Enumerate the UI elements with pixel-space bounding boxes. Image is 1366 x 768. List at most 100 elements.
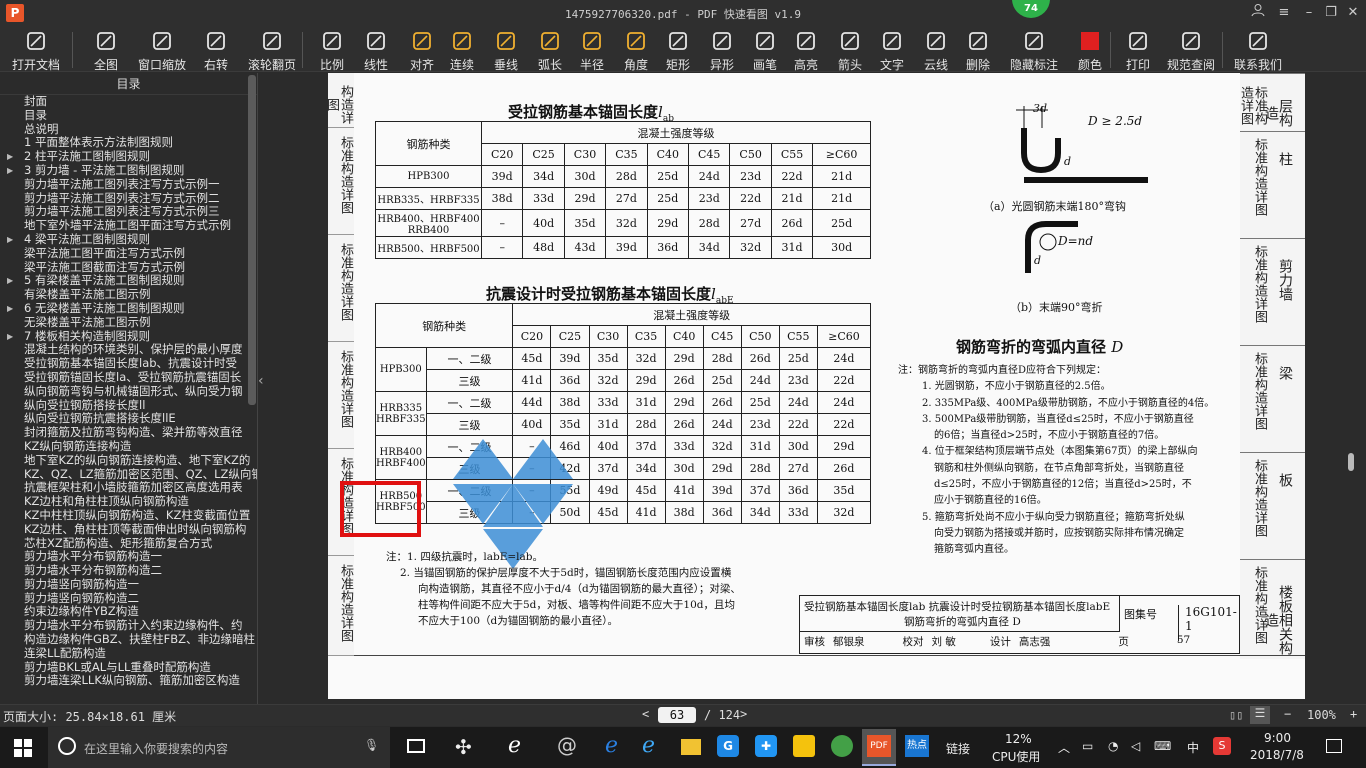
- toc-item[interactable]: 无梁楼盖平法施工图示例: [0, 316, 257, 330]
- toc-item[interactable]: 剪力墙平法施工图列表注写方式示例三: [0, 205, 257, 219]
- toc-item[interactable]: 4 梁平法施工图制图规则: [0, 233, 257, 247]
- toolbar-button-2[interactable]: 窗口缩放: [134, 29, 190, 72]
- tray-up-icon[interactable]: ︿: [1058, 739, 1070, 756]
- toc-item[interactable]: 混凝土结构的环境类别、保护层的最小厚度: [0, 343, 257, 357]
- document-viewer[interactable]: 构造详图 标准构造详图 标准构造详图 标准构造详图 标准构造详图 标准构造详图 标准构造详…: [268, 73, 1356, 704]
- pinwheel-app-icon[interactable]: ✣: [455, 735, 472, 759]
- task-view-icon[interactable]: [407, 739, 425, 753]
- pdf-viewer-taskbar-icon[interactable]: PDF: [862, 729, 896, 766]
- continuous-view-icon[interactable]: ☰: [1250, 706, 1270, 724]
- toolbar-button-20[interactable]: 删除: [958, 29, 998, 72]
- toolbar-button-15[interactable]: 画笔: [745, 29, 785, 72]
- link-label[interactable]: 链接: [946, 740, 970, 757]
- next-page-button[interactable]: >: [740, 707, 747, 721]
- app-plus-icon[interactable]: ✚: [755, 735, 777, 757]
- toolbar-button-25[interactable]: 联系我们: [1230, 29, 1286, 72]
- ime-indicator[interactable]: 中: [1187, 739, 1199, 756]
- toc-item[interactable]: 纵向受拉钢筋抗震搭接长度llE: [0, 412, 257, 426]
- toolbar-button-22[interactable]: 颜色: [1072, 29, 1108, 72]
- toc-item[interactable]: KZ中柱柱顶纵向钢筋构造、KZ柱变截面位置: [0, 509, 257, 523]
- green-app-icon[interactable]: [831, 735, 853, 757]
- notification-center-icon[interactable]: [1326, 739, 1342, 753]
- toc-item[interactable]: 剪力墙水平分布钢筋计入约束边缘构件、约: [0, 619, 257, 633]
- toolbar-button-19[interactable]: 云线: [916, 29, 956, 72]
- toolbar-button-14[interactable]: 异形: [702, 29, 742, 72]
- toc-item[interactable]: 剪力墙连梁LLK纵向钢筋、箍筋加密区构造: [0, 674, 257, 688]
- toc-item[interactable]: 3 剪力墙 - 平法施工图制图规则: [0, 164, 257, 178]
- toc-item[interactable]: 总说明: [0, 123, 257, 137]
- close-button[interactable]: ✕: [1342, 3, 1364, 23]
- toolbar-button-7[interactable]: 对齐: [402, 29, 442, 72]
- ie11-icon[interactable]: ℯ: [642, 733, 655, 758]
- toolbar-button-0[interactable]: 打开文档: [10, 29, 62, 72]
- toc-item[interactable]: 剪力墙竖向钢筋构造一: [0, 578, 257, 592]
- toc-item[interactable]: 梁平法施工图平面注写方式示例: [0, 247, 257, 261]
- toc-item[interactable]: 1 平面整体表示方法制图规则: [0, 136, 257, 150]
- toc-item[interactable]: 剪力墙水平分布钢筋构造二: [0, 564, 257, 578]
- restore-button[interactable]: ❐: [1320, 3, 1342, 23]
- toolbar-button-3[interactable]: 右转: [196, 29, 236, 72]
- toc-item[interactable]: 6 无梁楼盖平法施工图制图规则: [0, 302, 257, 316]
- hotpoint-app-icon[interactable]: 热点: [905, 735, 929, 757]
- toc-item[interactable]: 连梁LL配筋构造: [0, 647, 257, 661]
- toc-item[interactable]: KZ纵向钢筋连接构造: [0, 440, 257, 454]
- spiral-app-icon[interactable]: @: [557, 733, 577, 757]
- toc-item[interactable]: 芯柱XZ配筋构造、矩形箍筋复合方式: [0, 537, 257, 551]
- ie-browser-icon[interactable]: ℯ: [508, 733, 521, 758]
- toc-item[interactable]: 受拉钢筋锚固长度la、受拉钢筋抗震锚固长: [0, 371, 257, 385]
- file-explorer-icon[interactable]: [681, 739, 701, 755]
- toc-item[interactable]: 剪力墙BKL或AL与LL重叠时配筋构造: [0, 661, 257, 675]
- volume-icon[interactable]: ◁: [1131, 739, 1140, 753]
- collapse-sidebar-icon[interactable]: ‹: [258, 373, 268, 403]
- toc-item[interactable]: 地下室KZ的纵向钢筋连接构造、地下室KZ的: [0, 454, 257, 468]
- toolbar-button-21[interactable]: 隐藏标注: [1006, 29, 1062, 72]
- battery-icon[interactable]: ▭: [1082, 739, 1093, 753]
- toolbar-button-9[interactable]: 垂线: [486, 29, 526, 72]
- toc-item[interactable]: KZ边柱、角柱柱顶等截面伸出时纵向钢筋构: [0, 523, 257, 537]
- toolbar-button-1[interactable]: 全图: [84, 29, 128, 72]
- toc-item[interactable]: 受拉钢筋基本锚固长度lab、抗震设计时受: [0, 357, 257, 371]
- toc-item[interactable]: 5 有梁楼盖平法施工图制图规则: [0, 274, 257, 288]
- toc-item[interactable]: 剪力墙平法施工图列表注写方式示例一: [0, 178, 257, 192]
- edge-browser-icon[interactable]: ℯ: [605, 733, 618, 758]
- toolbar-button-12[interactable]: 角度: [616, 29, 656, 72]
- single-page-view-icon[interactable]: ▯▯: [1229, 708, 1243, 722]
- app-g-icon[interactable]: G: [717, 735, 739, 757]
- toc-item[interactable]: 纵向受拉钢筋搭接长度ll: [0, 399, 257, 413]
- toc-item[interactable]: 剪力墙平法施工图列表注写方式示例二: [0, 192, 257, 206]
- start-icon[interactable]: [14, 739, 32, 760]
- toc-item[interactable]: KZ、QZ、LZ箍筋加密区范围、QZ、LZ纵向钢筋: [0, 468, 257, 482]
- toc-item[interactable]: 封面: [0, 95, 257, 109]
- toolbar-button-17[interactable]: 箭头: [830, 29, 870, 72]
- toc-item[interactable]: 目录: [0, 109, 257, 123]
- minimize-button[interactable]: –: [1298, 3, 1320, 23]
- toolbar-button-5[interactable]: 比例: [312, 29, 352, 72]
- toc-item[interactable]: 纵向钢筋弯钩与机械锚固形式、纵向受力钢: [0, 385, 257, 399]
- toc-item[interactable]: 7 楼板相关构造制图规则: [0, 330, 257, 344]
- toc-item[interactable]: 有梁楼盖平法施工图示例: [0, 288, 257, 302]
- toc-item[interactable]: 剪力墙水平分布钢筋构造一: [0, 550, 257, 564]
- toolbar-button-23[interactable]: 打印: [1118, 29, 1158, 72]
- toolbar-button-10[interactable]: 弧长: [530, 29, 570, 72]
- toolbar-button-6[interactable]: 线性: [356, 29, 396, 72]
- microphone-icon[interactable]: 🎙: [364, 738, 379, 752]
- toolbar-button-4[interactable]: 滚轮翻页: [244, 29, 300, 72]
- toc-item[interactable]: 2 柱平法施工图制图规则: [0, 150, 257, 164]
- highlight-rectangle[interactable]: [340, 481, 421, 537]
- prev-page-button[interactable]: <: [642, 707, 649, 721]
- toc-item[interactable]: 约束边缘构件YBZ构造: [0, 605, 257, 619]
- toolbar-button-8[interactable]: 连续: [442, 29, 482, 72]
- user-icon[interactable]: [1247, 3, 1269, 23]
- clock-date[interactable]: 2018/7/8: [1250, 748, 1304, 762]
- toolbar-button-24[interactable]: 规范查阅: [1163, 29, 1219, 72]
- toc-item[interactable]: 抗震框架柱和小墙肢箍筋加密区高度选用表: [0, 481, 257, 495]
- network-icon[interactable]: ◔: [1108, 739, 1118, 753]
- menu-icon[interactable]: ≡: [1273, 3, 1295, 23]
- zoom-in-button[interactable]: +: [1350, 707, 1357, 721]
- toc-item[interactable]: 封闭箍筋及拉筋弯钩构造、梁并筋等效直径: [0, 426, 257, 440]
- zoom-out-button[interactable]: −: [1284, 707, 1291, 721]
- toolbar-button-16[interactable]: 高亮: [786, 29, 826, 72]
- toc-item[interactable]: 剪力墙竖向钢筋构造二: [0, 592, 257, 606]
- search-box[interactable]: 在这里输入你要搜索的内容 🎙: [48, 727, 390, 768]
- toc-item[interactable]: KZ边柱和角柱柱顶纵向钢筋构造: [0, 495, 257, 509]
